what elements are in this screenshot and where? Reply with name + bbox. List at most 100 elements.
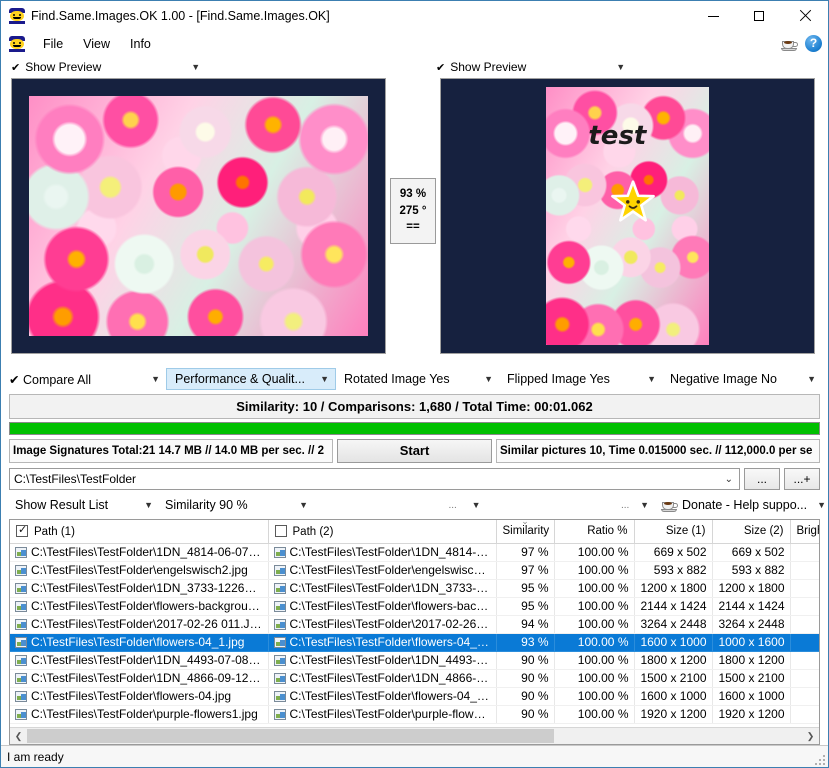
table-row[interactable]: C:\TestFiles\TestFolder\1DN_4866-09-1206… bbox=[10, 669, 819, 688]
column-header-path1[interactable]: Path (1) bbox=[10, 520, 269, 544]
show-result-list-dropdown[interactable]: Show Result List ▼ bbox=[9, 494, 159, 516]
chevron-down-icon-performance[interactable]: ▼ bbox=[320, 374, 329, 384]
option-negative-image[interactable]: Negative Image No ▼ bbox=[662, 368, 822, 390]
column-header-similarity-label: Similarity bbox=[502, 525, 550, 538]
show-preview-right-toggle[interactable]: ✔ Show Preview ▼ bbox=[426, 56, 821, 78]
cell-path1: C:\TestFiles\TestFolder\1DN_4814-06-0711… bbox=[10, 543, 269, 562]
preview-image-right[interactable]: test bbox=[440, 78, 815, 354]
minimize-button[interactable] bbox=[690, 1, 736, 31]
table-row[interactable]: C:\TestFiles\TestFolder\flowers-04.jpg C:… bbox=[10, 687, 819, 706]
image-file-icon bbox=[15, 600, 27, 612]
column-header-similarity[interactable]: ⌄ Similarity bbox=[496, 520, 555, 544]
table-row[interactable]: C:\TestFiles\TestFolder\purple-flowers1.… bbox=[10, 705, 819, 724]
menu-item-view[interactable]: View bbox=[73, 35, 120, 53]
chevron-down-icon-path[interactable]: ⌄ bbox=[719, 474, 739, 485]
image-file-icon bbox=[15, 636, 27, 648]
options-toolbar: ✔ Compare All ▼ Performance & Qualit... … bbox=[1, 366, 828, 392]
image-file-icon bbox=[273, 600, 286, 612]
cell-path1-text: C:\TestFiles\TestFolder\flowers-04_1.jpg bbox=[31, 635, 245, 649]
add-folder-button[interactable]: ...+ bbox=[784, 468, 820, 490]
column-header-size1[interactable]: Size (1) bbox=[634, 520, 713, 544]
column-header-ratio[interactable]: Ratio % bbox=[554, 520, 635, 544]
chevron-down-icon-right[interactable]: ▼ bbox=[616, 62, 625, 72]
cell-path2-text: C:\TestFiles\TestFolder\engelswisch2_... bbox=[289, 563, 491, 577]
chevron-down-icon-donate[interactable]: ▼ bbox=[817, 500, 826, 510]
show-result-list-label: Show Result List bbox=[15, 498, 109, 512]
option-rotated-image[interactable]: Rotated Image Yes ▼ bbox=[336, 368, 499, 390]
chevron-down-icon-negative[interactable]: ▼ bbox=[807, 374, 816, 384]
cell-similarity: 93 % bbox=[496, 633, 555, 652]
image-file-icon bbox=[15, 618, 27, 630]
check-icon-right: ✔ bbox=[436, 61, 446, 74]
table-row[interactable]: C:\TestFiles\TestFolder\1DN_4814-06-0711… bbox=[10, 543, 819, 562]
chevron-down-icon-more-1[interactable]: ▼ bbox=[472, 500, 481, 510]
cell-ratio: 100.00 % bbox=[554, 579, 635, 598]
start-button[interactable]: Start bbox=[337, 439, 492, 463]
maximize-button[interactable] bbox=[736, 1, 782, 31]
chevron-down-icon-left[interactable]: ▼ bbox=[191, 62, 200, 72]
cell-path2: C:\TestFiles\TestFolder\purple-flowers..… bbox=[268, 705, 497, 724]
check-icon-left: ✔ bbox=[11, 61, 21, 74]
cell-path1: C:\TestFiles\TestFolder\1DN_3733-122615.… bbox=[10, 579, 269, 598]
scroll-left-arrow-icon[interactable]: ❮ bbox=[10, 728, 27, 744]
cell-size1: 593 x 882 bbox=[634, 561, 713, 580]
table-row[interactable]: C:\TestFiles\TestFolder\1DN_3733-122615.… bbox=[10, 579, 819, 598]
result-toolbar: Show Result List ▼ Similarity 90 % ▼ ...… bbox=[9, 493, 826, 517]
column-header-brightness[interactable]: Brigh bbox=[790, 520, 819, 544]
similarity-threshold-label: Similarity 90 % bbox=[165, 498, 248, 512]
results-table-body: C:\TestFiles\TestFolder\1DN_4814-06-0711… bbox=[10, 543, 819, 724]
cell-similarity: 94 % bbox=[496, 615, 555, 634]
column-header-size2[interactable]: Size (2) bbox=[712, 520, 791, 544]
close-button[interactable] bbox=[782, 1, 828, 31]
option-compare-all[interactable]: ✔ Compare All ▼ bbox=[1, 368, 166, 390]
chevron-down-icon-more-2[interactable]: ▼ bbox=[640, 500, 649, 510]
scrollbar-track[interactable] bbox=[27, 728, 802, 744]
cell-size1: 1600 x 1000 bbox=[634, 687, 713, 706]
chevron-down-icon-rotated[interactable]: ▼ bbox=[484, 374, 493, 384]
more-options-dropdown-2[interactable]: ... ▼ bbox=[615, 494, 655, 516]
table-row[interactable]: C:\TestFiles\TestFolder\flowers-backgrou… bbox=[10, 597, 819, 616]
cell-similarity: 95 % bbox=[496, 597, 555, 616]
column-header-path2[interactable]: Path (2) bbox=[268, 520, 497, 544]
option-flipped-image[interactable]: Flipped Image Yes ▼ bbox=[499, 368, 662, 390]
browse-folder-button[interactable]: ... bbox=[744, 468, 780, 490]
donate-dropdown[interactable]: Donate - Help suppo... ▼ bbox=[655, 494, 826, 516]
image-file-icon bbox=[15, 708, 27, 720]
table-row[interactable]: C:\TestFiles\TestFolder\1DN_4493-07-0812… bbox=[10, 651, 819, 670]
table-row[interactable]: C:\TestFiles\TestFolder\flowers-04_1.jpg… bbox=[10, 633, 819, 652]
preview-image-left[interactable] bbox=[11, 78, 386, 354]
cell-path2: C:\TestFiles\TestFolder\1DN_4814-06-... bbox=[268, 543, 497, 562]
equality-indicator: == bbox=[406, 221, 420, 234]
menu-item-file[interactable]: File bbox=[33, 35, 73, 53]
maximize-icon bbox=[754, 11, 764, 21]
path-row: C:\TestFiles\TestFolder ⌄ ... ...+ bbox=[9, 468, 820, 490]
help-icon[interactable]: ? bbox=[805, 35, 822, 52]
column-header-path1-label: Path (1) bbox=[34, 525, 75, 538]
scroll-right-arrow-icon[interactable]: ❯ bbox=[802, 728, 819, 744]
folder-path-input[interactable]: C:\TestFiles\TestFolder ⌄ bbox=[9, 468, 740, 490]
rotation-angle: 275 ° bbox=[399, 204, 427, 217]
chevron-down-icon-similarity[interactable]: ▼ bbox=[299, 500, 308, 510]
app-face-icon bbox=[9, 8, 25, 24]
option-performance-quality[interactable]: Performance & Qualit... ▼ bbox=[166, 368, 336, 390]
results-table-container: Path (1) Path (2) ⌄ Similarity Ratio % S… bbox=[9, 519, 820, 745]
image-file-icon bbox=[15, 690, 27, 702]
image-file-icon bbox=[15, 546, 27, 558]
coffee-donate-icon[interactable] bbox=[781, 36, 799, 51]
cell-path1-text: C:\TestFiles\TestFolder\engelswisch2.jpg bbox=[31, 563, 248, 577]
chevron-down-icon-result-list[interactable]: ▼ bbox=[144, 500, 153, 510]
show-preview-left-toggle[interactable]: ✔ Show Preview ▼ bbox=[1, 56, 426, 78]
table-row[interactable]: C:\TestFiles\TestFolder\2017-02-26 011.J… bbox=[10, 615, 819, 634]
horizontal-scrollbar[interactable]: ❮ ❯ bbox=[10, 727, 819, 744]
select-all-checkbox-path2[interactable] bbox=[274, 524, 287, 537]
chevron-down-icon-compare-all[interactable]: ▼ bbox=[151, 374, 160, 384]
scrollbar-thumb[interactable] bbox=[27, 729, 554, 743]
similarity-threshold-dropdown[interactable]: Similarity 90 % ▼ bbox=[159, 494, 314, 516]
chevron-down-icon-flipped[interactable]: ▼ bbox=[647, 374, 656, 384]
select-all-checkbox-path1[interactable] bbox=[16, 523, 28, 537]
option-negative-image-label: Negative Image No bbox=[670, 372, 778, 386]
resize-grip-icon[interactable] bbox=[813, 753, 825, 765]
more-options-dropdown-1[interactable]: ... ▼ bbox=[443, 494, 487, 516]
menu-item-info[interactable]: Info bbox=[120, 35, 161, 53]
table-row[interactable]: C:\TestFiles\TestFolder\engelswisch2.jpg… bbox=[10, 561, 819, 580]
